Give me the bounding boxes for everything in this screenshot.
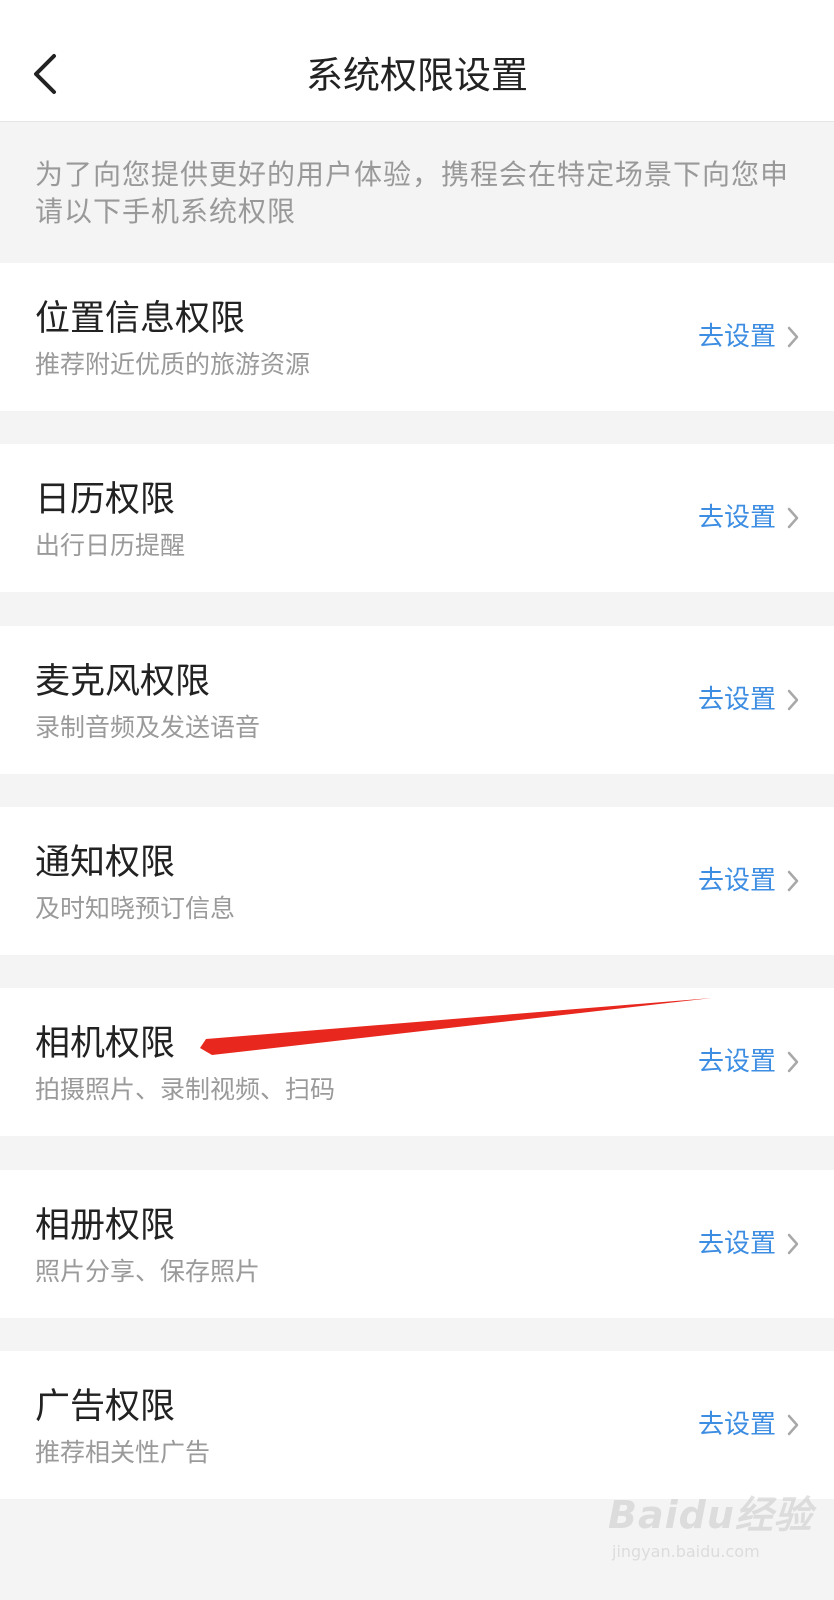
go-settings-link[interactable]: 去设置: [698, 498, 800, 538]
go-settings-label: 去设置: [697, 866, 776, 896]
permission-title: 相册权限: [35, 1206, 176, 1246]
permission-desc: 照片分享、保存照片: [35, 1257, 261, 1286]
top-bar: 系统权限设置: [0, 0, 834, 122]
permission-item-location[interactable]: 位置信息权限 推荐附近优质的旅游资源 去设置: [0, 263, 834, 411]
go-settings-label: 去设置: [697, 1229, 776, 1259]
permission-item-notification[interactable]: 通知权限 及时知晓预订信息 去设置: [0, 807, 834, 955]
chevron-right-icon: [786, 680, 800, 720]
intro-text: 为了向您提供更好的用户体验，携程会在特定场景下向您申请以下手机系统权限: [35, 158, 790, 228]
permission-desc: 录制音频及发送语音: [35, 713, 261, 742]
page-title: 系统权限设置: [306, 54, 528, 97]
go-settings-link[interactable]: 去设置: [698, 1042, 800, 1082]
chevron-right-icon: [786, 1042, 800, 1082]
chevron-right-icon: [786, 861, 800, 901]
permission-desc: 拍摄照片、录制视频、扫码: [35, 1075, 336, 1104]
permission-title: 相机权限: [35, 1024, 176, 1064]
go-settings-label: 去设置: [697, 1047, 776, 1077]
baidu-watermark: Baidu经验 jingyan.baidu.com: [608, 1482, 812, 1578]
chevron-right-icon: [786, 1405, 800, 1445]
watermark-logo-text: Baidu经验: [608, 1493, 813, 1537]
go-settings-label: 去设置: [697, 685, 776, 715]
go-settings-link[interactable]: 去设置: [698, 680, 800, 720]
go-settings-label: 去设置: [697, 322, 776, 352]
permission-desc: 出行日历提醒: [35, 531, 186, 560]
chevron-right-icon: [786, 317, 800, 357]
permission-item-calendar[interactable]: 日历权限 出行日历提醒 去设置: [0, 444, 834, 592]
go-settings-link[interactable]: 去设置: [698, 1224, 800, 1264]
permission-title: 日历权限: [35, 480, 176, 520]
permission-item-camera[interactable]: 相机权限 拍摄照片、录制视频、扫码 去设置: [0, 988, 834, 1136]
permission-item-album[interactable]: 相册权限 照片分享、保存照片 去设置: [0, 1170, 834, 1318]
permission-item-microphone[interactable]: 麦克风权限 录制音频及发送语音 去设置: [0, 626, 834, 774]
permission-desc: 推荐附近优质的旅游资源: [35, 350, 311, 379]
go-settings-label: 去设置: [697, 503, 776, 533]
go-settings-link[interactable]: 去设置: [698, 1405, 800, 1445]
permission-desc: 推荐相关性广告: [35, 1438, 211, 1467]
permission-desc: 及时知晓预订信息: [35, 894, 236, 923]
go-settings-link[interactable]: 去设置: [698, 861, 800, 901]
chevron-right-icon: [786, 1224, 800, 1264]
permission-title: 麦克风权限: [35, 662, 211, 702]
permission-title: 通知权限: [35, 843, 176, 883]
go-settings-label: 去设置: [697, 1410, 776, 1440]
go-settings-link[interactable]: 去设置: [698, 317, 800, 357]
permission-item-ads[interactable]: 广告权限 推荐相关性广告 去设置: [0, 1351, 834, 1499]
chevron-right-icon: [786, 498, 800, 538]
watermark-url: jingyan.baidu.com: [612, 1542, 760, 1561]
permission-title: 位置信息权限: [35, 299, 246, 339]
permission-title: 广告权限: [35, 1387, 176, 1427]
